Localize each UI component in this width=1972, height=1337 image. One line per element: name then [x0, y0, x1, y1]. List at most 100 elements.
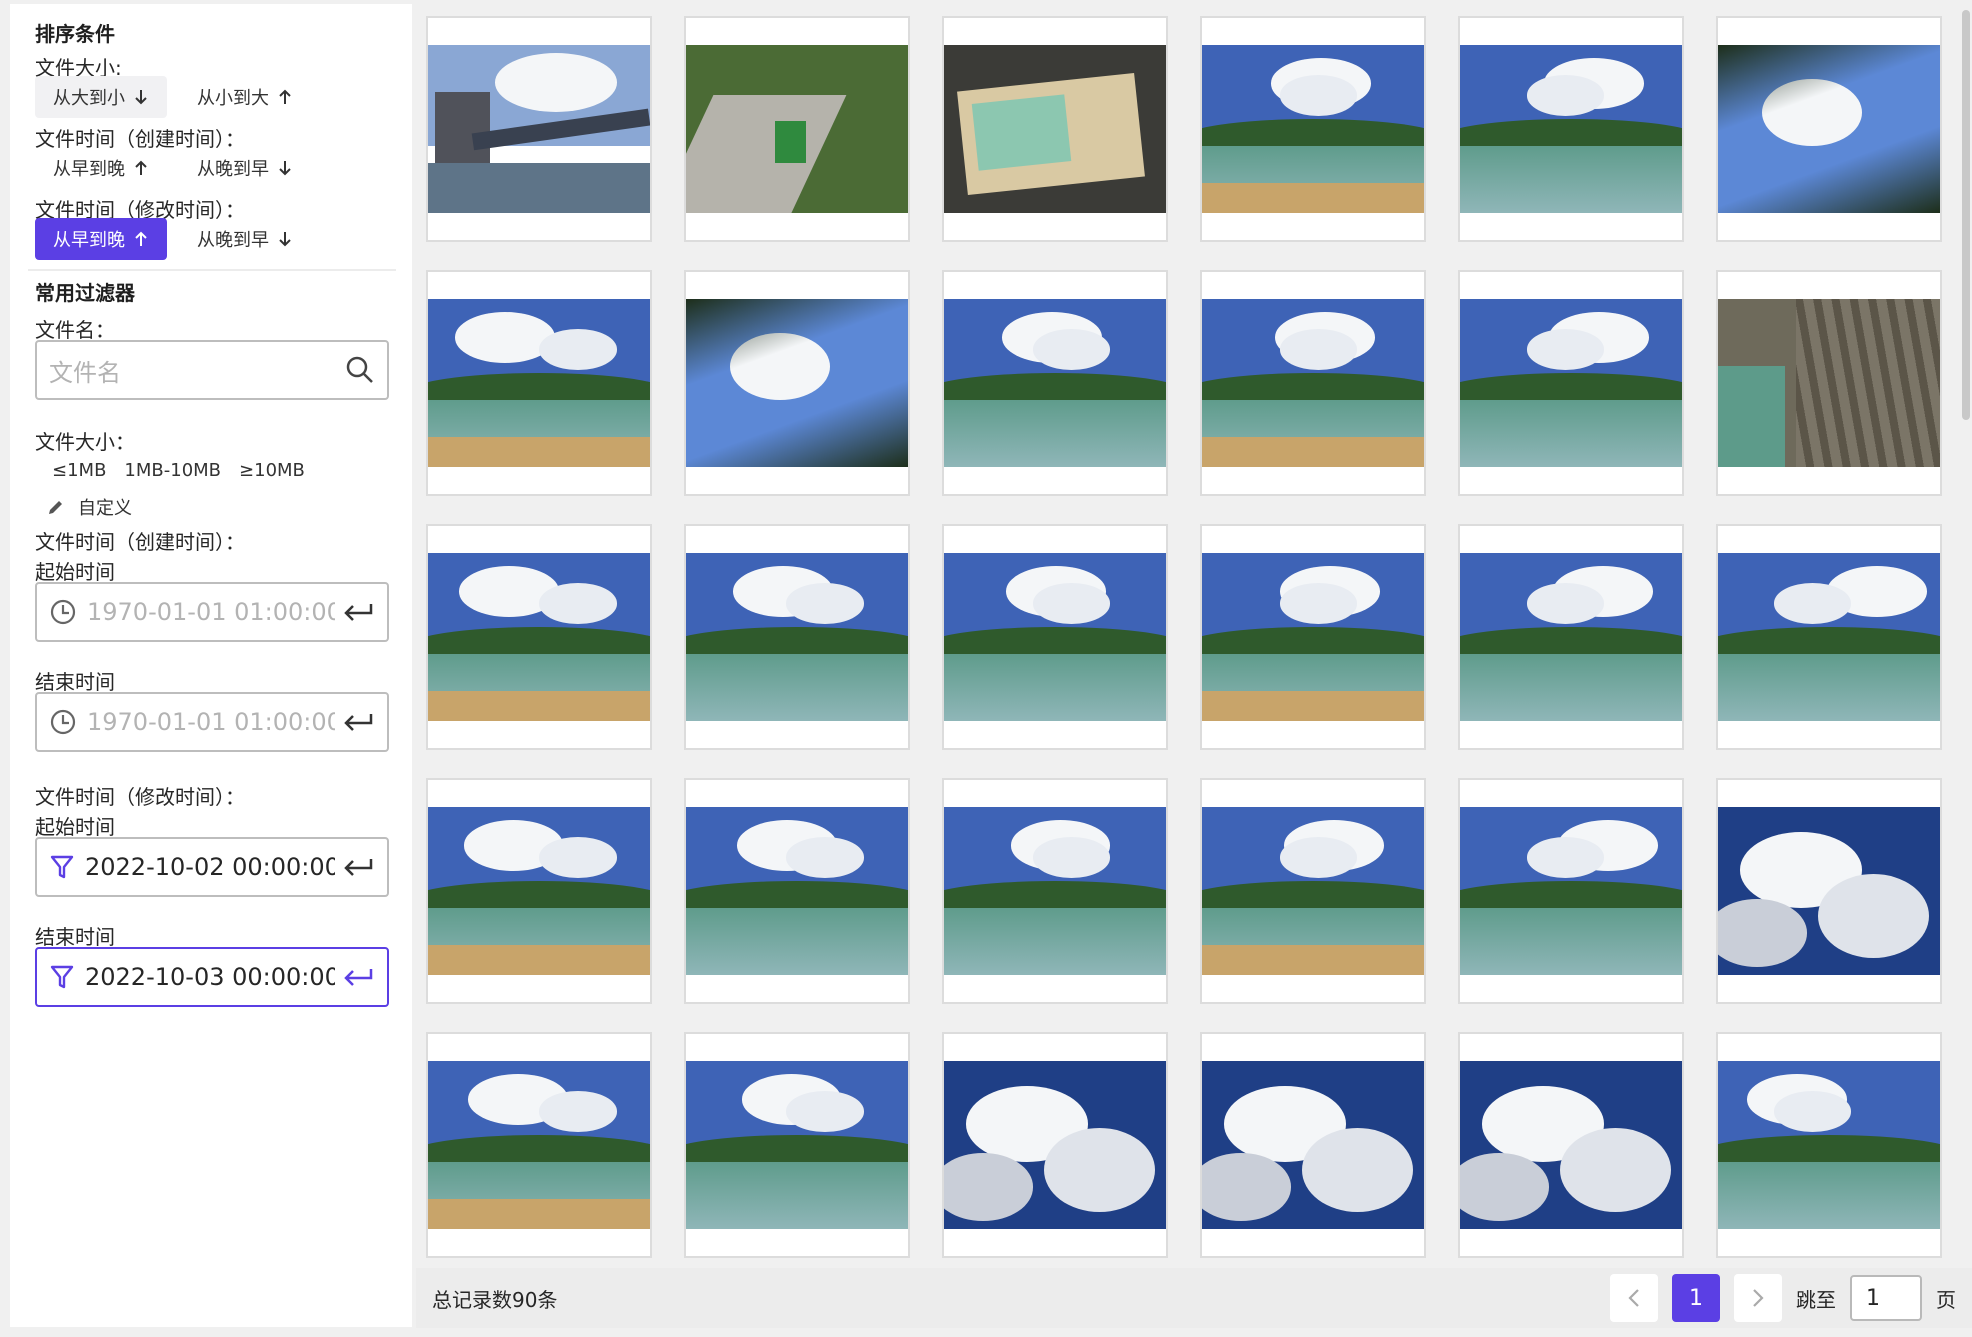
photo-thumbnail — [1718, 1061, 1940, 1229]
photo-thumbnail — [1460, 1061, 1682, 1229]
sort-size-desc-button[interactable]: 从大到小 — [35, 76, 167, 118]
jump-label: 跳至 — [1796, 1287, 1836, 1312]
photo-thumbnail — [1460, 553, 1682, 721]
page-unit-label: 页 — [1936, 1287, 1956, 1312]
jump-page-input[interactable]: 1 — [1850, 1275, 1922, 1321]
photo-thumbnail — [1202, 1061, 1424, 1229]
photo-thumbnail — [428, 299, 650, 467]
scrollbar-thumb[interactable] — [1962, 10, 1970, 420]
photo-card[interactable] — [1200, 270, 1426, 496]
sort-mtime-asc-label: 从早到晚 — [53, 230, 125, 251]
sort-size-asc-label: 从小到大 — [197, 88, 269, 109]
photo-card[interactable] — [942, 524, 1168, 750]
photo-thumbnail — [428, 1061, 650, 1229]
photo-card[interactable] — [1458, 524, 1684, 750]
next-page-button[interactable] — [1734, 1274, 1782, 1322]
photo-thumbnail — [686, 1061, 908, 1229]
arrow-down-icon — [135, 90, 147, 105]
sort-mtime-asc-button[interactable]: 从早到晚 — [35, 218, 167, 260]
photo-thumbnail — [944, 1061, 1166, 1229]
enter-icon[interactable] — [341, 710, 375, 734]
photo-card[interactable] — [942, 270, 1168, 496]
photo-thumbnail — [1718, 299, 1940, 467]
sort-ctime-desc-button[interactable]: 从晚到早 — [179, 147, 311, 189]
filter-sidebar: 排序条件 文件大小: 从大到小 从小到大 文件时间（创建时间）： 从早到晚 从晚… — [10, 4, 412, 1327]
photo-card[interactable] — [1716, 270, 1942, 496]
sort-ctime-asc-button[interactable]: 从早到晚 — [35, 147, 167, 189]
filename-search-input[interactable]: 文件名 — [35, 340, 389, 400]
size-option-small[interactable]: ≤1MB — [52, 460, 106, 481]
enter-icon[interactable] — [341, 855, 375, 879]
photo-thumbnail — [944, 299, 1166, 467]
sort-size-asc-button[interactable]: 从小到大 — [179, 76, 311, 118]
page-number-button[interactable]: 1 — [1672, 1274, 1720, 1322]
chevron-left-icon — [1628, 1289, 1639, 1307]
photo-card[interactable] — [1716, 1032, 1942, 1258]
enter-icon[interactable] — [341, 965, 375, 989]
mtime-start-input[interactable]: 2022-10-02 00:00:00 — [35, 837, 389, 897]
photo-card[interactable] — [426, 778, 652, 1004]
photo-card[interactable] — [1200, 16, 1426, 242]
photo-card[interactable] — [1716, 778, 1942, 1004]
photo-thumbnail — [1718, 553, 1940, 721]
photo-card[interactable] — [684, 1032, 910, 1258]
size-option-medium[interactable]: 1MB-10MB — [124, 460, 221, 481]
photo-card[interactable] — [1200, 778, 1426, 1004]
photo-card[interactable] — [684, 16, 910, 242]
ctime-start-label: 起始时间 — [35, 560, 115, 584]
photo-card[interactable] — [1200, 1032, 1426, 1258]
photo-card[interactable] — [1716, 524, 1942, 750]
pager: 1 跳至 1 页 — [1610, 1274, 1956, 1322]
photo-thumbnail — [428, 45, 650, 213]
prev-page-button[interactable] — [1610, 1274, 1658, 1322]
photo-thumbnail — [944, 553, 1166, 721]
photo-card[interactable] — [684, 270, 910, 496]
photo-card[interactable] — [1458, 270, 1684, 496]
size-option-large[interactable]: ≥10MB — [239, 460, 305, 481]
sort-title: 排序条件 — [35, 22, 115, 46]
mtime-start-value: 2022-10-02 00:00:00 — [85, 853, 335, 881]
photo-card[interactable] — [426, 1032, 652, 1258]
photo-card[interactable] — [684, 778, 910, 1004]
photo-thumbnail — [944, 45, 1166, 213]
photo-thumbnail — [1202, 45, 1424, 213]
sort-ctime-asc-label: 从早到晚 — [53, 159, 125, 180]
filter-size-label: 文件大小： — [35, 430, 135, 454]
enter-icon[interactable] — [341, 600, 375, 624]
photo-card[interactable] — [684, 524, 910, 750]
ctime-end-label: 结束时间 — [35, 670, 115, 694]
photo-card[interactable] — [1458, 778, 1684, 1004]
ctime-start-value: 1970-01-01 01:00:00 — [87, 598, 335, 626]
photo-card[interactable] — [942, 1032, 1168, 1258]
photo-thumbnail — [686, 299, 908, 467]
photo-card[interactable] — [1200, 524, 1426, 750]
filter-ctime-label: 文件时间（创建时间）： — [35, 530, 245, 554]
total-count: 总记录数90条 — [432, 1287, 558, 1312]
filter-mtime-label: 文件时间（修改时间）： — [35, 785, 245, 809]
photo-card[interactable] — [1716, 16, 1942, 242]
sort-mtime-desc-button[interactable]: 从晚到早 — [179, 218, 311, 260]
ctime-start-input[interactable]: 1970-01-01 01:00:00 — [35, 582, 389, 642]
photo-card[interactable] — [942, 16, 1168, 242]
photo-card[interactable] — [426, 524, 652, 750]
section-divider — [28, 269, 396, 271]
photo-thumbnail — [1718, 807, 1940, 975]
mtime-end-input[interactable]: 2022-10-03 00:00:00 — [35, 947, 389, 1007]
size-custom-button[interactable]: 自定义 — [46, 494, 132, 520]
photo-thumbnail — [1202, 807, 1424, 975]
photo-card[interactable] — [426, 270, 652, 496]
filter-title: 常用过滤器 — [35, 281, 135, 305]
ctime-end-input[interactable]: 1970-01-01 01:00:00 — [35, 692, 389, 752]
photo-card[interactable] — [942, 778, 1168, 1004]
search-icon[interactable] — [345, 355, 375, 385]
photo-thumbnail — [1460, 299, 1682, 467]
photo-thumbnail — [1202, 299, 1424, 467]
photo-card[interactable] — [1458, 16, 1684, 242]
photo-card[interactable] — [426, 16, 652, 242]
arrow-up-icon — [135, 160, 147, 175]
mtime-start-label: 起始时间 — [35, 815, 115, 839]
sort-ctime-desc-label: 从晚到早 — [197, 159, 269, 180]
filter-icon — [49, 853, 75, 881]
filter-icon — [49, 963, 75, 991]
photo-card[interactable] — [1458, 1032, 1684, 1258]
